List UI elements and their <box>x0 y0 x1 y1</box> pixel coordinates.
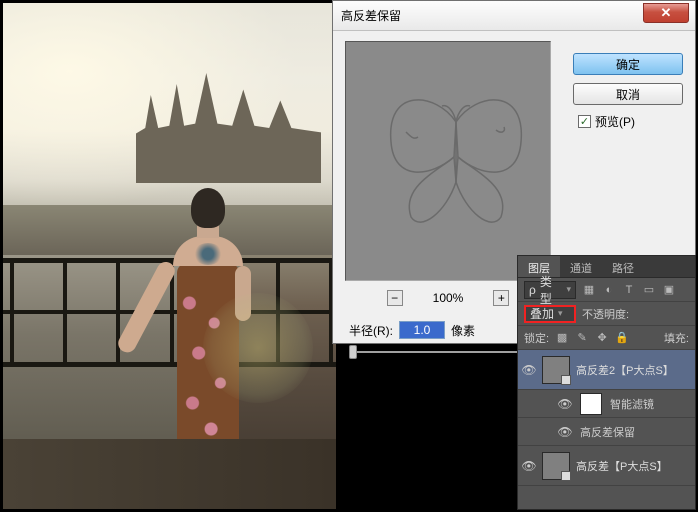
visibility-toggle-icon[interactable]: 👁 <box>558 397 572 411</box>
smart-filters-label: 智能滤镜 <box>610 396 654 412</box>
layer-thumbnail[interactable] <box>542 452 570 480</box>
layer-thumbnail[interactable] <box>542 356 570 384</box>
preview-checkbox[interactable]: ✓ <box>578 115 591 128</box>
filter-entry-row[interactable]: 👁 高反差保留 <box>518 418 695 446</box>
adjustment-filter-icon[interactable]: ◐ <box>602 283 616 297</box>
tab-channels[interactable]: 通道 <box>560 256 602 277</box>
cancel-button[interactable]: 取消 <box>573 83 683 105</box>
lock-label: 锁定: <box>524 330 549 346</box>
ok-button[interactable]: 确定 <box>573 53 683 75</box>
butterfly-preview-icon <box>376 82 536 232</box>
smart-object-badge-icon <box>561 471 571 481</box>
opacity-label: 不透明度: <box>582 306 629 322</box>
radius-unit: 像素 <box>451 322 475 339</box>
lock-position-icon[interactable]: ✥ <box>595 331 609 345</box>
layer-item-0[interactable]: 👁 高反差2【P大点S】 <box>518 350 695 390</box>
lens-flare <box>203 293 313 403</box>
lock-row: 锁定: ▩ ✎ ✥ 🔒 填充: <box>518 326 695 350</box>
walkway <box>3 439 336 509</box>
pixel-filter-icon[interactable]: ▦ <box>582 283 596 297</box>
smart-filters-row[interactable]: 👁 智能滤镜 <box>518 390 695 418</box>
layer-name[interactable]: 高反差2【P大点S】 <box>576 362 674 378</box>
blend-row: 叠加▾ 不透明度: <box>518 302 695 326</box>
lock-all-icon[interactable]: 🔒 <box>615 331 629 345</box>
zoom-out-button[interactable]: − <box>387 290 403 306</box>
visibility-toggle-icon[interactable]: 👁 <box>522 459 536 473</box>
filter-type-row: ρ类型▾ ▦ ◐ T ▭ ▣ <box>518 278 695 302</box>
zoom-level: 100% <box>433 291 464 305</box>
visibility-toggle-icon[interactable]: 👁 <box>522 363 536 377</box>
smart-object-badge-icon <box>561 375 571 385</box>
blend-mode-select[interactable]: 叠加▾ <box>524 305 576 323</box>
shape-filter-icon[interactable]: ▭ <box>642 283 656 297</box>
document-canvas[interactable] <box>3 3 336 509</box>
fill-label: 填充: <box>664 330 689 346</box>
layer-item-1[interactable]: 👁 高反差【P大点S】 <box>518 446 695 486</box>
zoom-in-button[interactable]: + <box>493 290 509 306</box>
filter-entry-name[interactable]: 高反差保留 <box>580 424 635 440</box>
filter-type-select[interactable]: ρ类型▾ <box>524 281 576 299</box>
lock-pixels-icon[interactable]: ✎ <box>575 331 589 345</box>
type-filter-icon[interactable]: T <box>622 283 636 297</box>
lock-transparency-icon[interactable]: ▩ <box>555 331 569 345</box>
preview-label: 预览(P) <box>595 113 635 130</box>
layer-name[interactable]: 高反差【P大点S】 <box>576 458 668 474</box>
filter-preview[interactable] <box>345 41 551 281</box>
dialog-titlebar[interactable]: 高反差保留 ✕ <box>333 1 695 31</box>
close-icon[interactable]: ✕ <box>643 3 689 23</box>
radius-input[interactable] <box>399 321 445 339</box>
radius-label: 半径(R): <box>349 322 393 339</box>
smart-filter-mask-thumbnail[interactable] <box>580 393 602 415</box>
dialog-title: 高反差保留 <box>341 7 401 24</box>
visibility-toggle-icon[interactable]: 👁 <box>558 425 572 439</box>
slider-thumb[interactable] <box>349 345 357 359</box>
layers-panel: 图层 通道 路径 ρ类型▾ ▦ ◐ T ▭ ▣ 叠加▾ 不透明度: 锁定: ▩ … <box>517 255 696 510</box>
tab-paths[interactable]: 路径 <box>602 256 644 277</box>
smart-filter-icon[interactable]: ▣ <box>662 283 676 297</box>
